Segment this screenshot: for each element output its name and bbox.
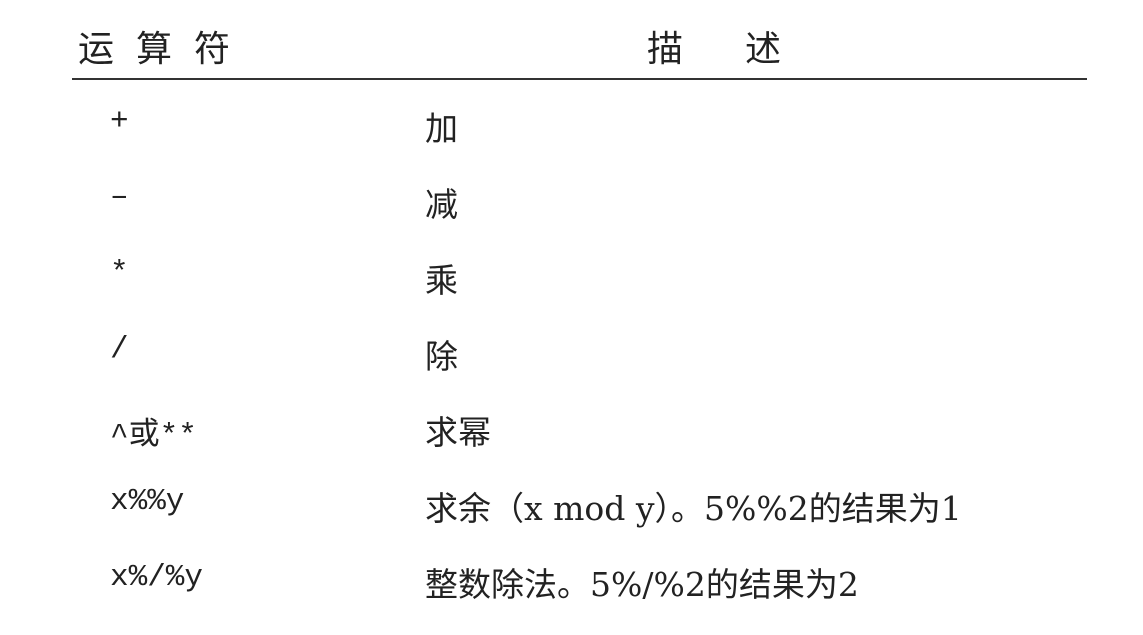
operator-cell: ^或** [110,419,197,454]
table-row: + 加 [72,84,1087,160]
table-row: * 乘 [72,236,1087,312]
table-row: x%%y 求余（x mod y）。5%%2的结果为1 [72,464,1087,540]
table-row: ^或** 求幂 [72,388,1087,464]
description-cell: 除 [425,337,458,376]
operator-cell: – [110,180,129,215]
description-cell: 求余（x mod y）。5%%2的结果为1 [425,489,962,528]
operator-cell: + [110,104,129,139]
description-cell: 求幂 [425,413,491,452]
description-cell: 整数除法。5%/%2的结果为2 [425,565,859,604]
table-row: x%/%y 整数除法。5%/%2的结果为2 [72,540,1087,616]
table-row: / 除 [72,312,1087,388]
header-description: 描述 [647,29,844,70]
operator-cell: x%%y [110,484,185,519]
table-body: + 加 – 减 * 乘 / 除 ^或** 求幂 x%%y 求余（x mod y）… [72,80,1087,616]
table-row: – 减 [72,160,1087,236]
operator-table: 运算符 描述 + 加 – 减 * 乘 / 除 ^或** 求幂 x%%y 求余（x… [72,0,1087,616]
description-cell: 减 [425,185,458,224]
operator-cell: x%/%y [110,560,204,595]
table-header: 运算符 描述 [72,0,1087,80]
description-cell: 加 [425,109,458,148]
header-operator: 运算符 [78,29,253,70]
operator-cell: / [110,332,129,367]
description-cell: 乘 [425,261,458,300]
operator-cell: * [110,256,129,291]
